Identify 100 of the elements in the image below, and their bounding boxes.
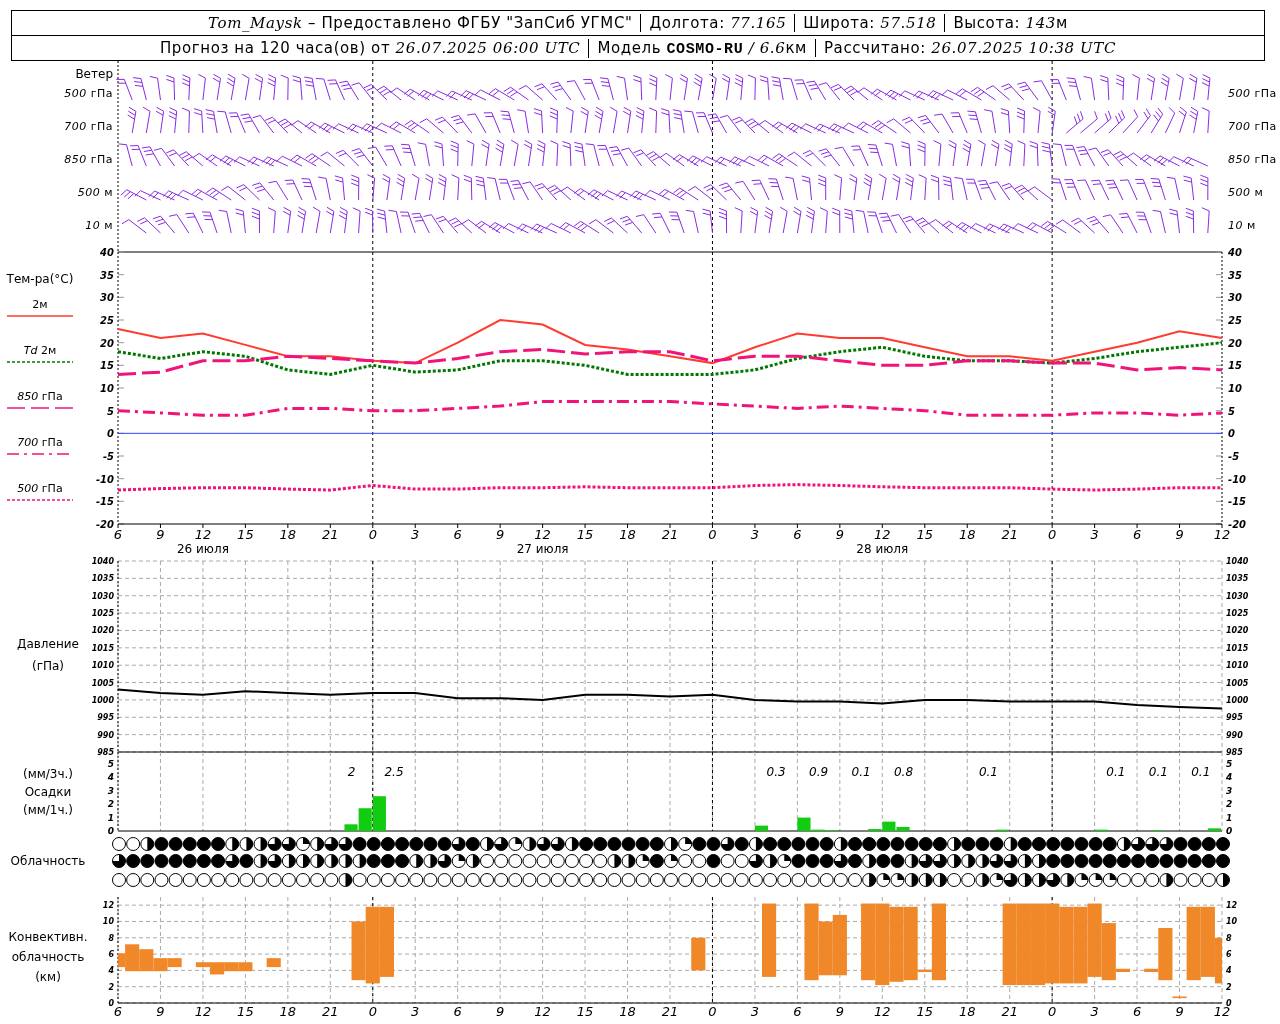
axis-tick-label: 6 <box>1226 950 1232 960</box>
axis-tick-label: 40 <box>1228 247 1242 258</box>
axis-tick-label: 1010 <box>91 661 114 671</box>
axis-tick-label: 15 <box>916 1004 934 1019</box>
axis-tick-label: 990 <box>1226 730 1243 740</box>
axis-tick-label: -15 <box>1228 496 1247 508</box>
panel-title: Конвективн. облачность (км) <box>7 928 89 986</box>
axis-tick-label: 4 <box>107 772 114 783</box>
legend-label: Td 2м <box>23 344 57 357</box>
precipitation-amount-label: 0.9 <box>809 765 829 779</box>
header-text: Прогноз на 120 часа(ов) от 26.07.2025 06:00 UTC <box>159 39 582 57</box>
legend-label: 850 гПа <box>17 390 63 403</box>
axis-tick-label: 1005 <box>91 678 114 688</box>
axis-tick-label: 1020 <box>91 626 114 636</box>
axis-tick-label: 6 <box>793 1004 802 1019</box>
header-text: Долгота: 77.165 <box>640 14 795 32</box>
header-text: Рассчитано: 26.07.2025 10:38 UTC <box>814 39 1124 57</box>
axis-tick-label: 1035 <box>91 574 114 584</box>
axis-tick-label: 1035 <box>1226 574 1249 584</box>
axis-tick-label: 21 <box>1001 1004 1018 1019</box>
axis-tick-label: 6 <box>1132 1004 1142 1019</box>
axis-tick-label: 12 <box>194 527 212 542</box>
axis-tick-label: 6 <box>453 1004 462 1019</box>
axis-tick-label: 1025 <box>91 609 114 619</box>
axis-tick-label: 30 <box>100 292 114 304</box>
axis-tick-label: 6 <box>108 950 114 960</box>
axis-tick-label: 10 <box>1226 917 1238 927</box>
axis-tick-label: 2 <box>107 799 114 810</box>
axis-tick-label: 5 <box>1226 759 1233 770</box>
axis-tick-label: 0 <box>1228 428 1235 440</box>
panel-title: (мм/3ч.) Осадки (мм/1ч.) <box>21 766 75 819</box>
precipitation-amount-label: 0.1 <box>1106 765 1126 779</box>
legend-label: 700 гПа <box>17 436 63 449</box>
axis-tick-label: 15 <box>576 527 594 542</box>
precipitation-amount-label: 0.8 <box>894 765 914 779</box>
axis-tick-label: 4 <box>1226 772 1233 783</box>
axis-tick-label: 10 <box>102 917 114 927</box>
axis-tick-label: 1 <box>107 812 114 823</box>
axis-tick-label: 3 <box>750 1004 760 1019</box>
axis-tick-label: 10 <box>1228 383 1242 394</box>
axis-tick-label: 0 <box>108 999 114 1008</box>
panel-title: Тем-ра(°C) <box>6 272 74 288</box>
axis-tick-label: 1030 <box>1226 591 1249 601</box>
axis-tick-label: 1 <box>1226 812 1233 823</box>
axis-tick-label: 1025 <box>1226 609 1249 619</box>
axis-tick-label: 8 <box>108 933 114 943</box>
axis-tick-label: 30 <box>1228 292 1242 304</box>
axis-tick-label: 3 <box>411 527 420 542</box>
level-label: 700 гПа <box>1228 120 1278 135</box>
axis-tick-label: 3 <box>107 785 114 796</box>
axis-tick-label: 15 <box>576 1004 594 1019</box>
axis-tick-label: 21 <box>322 1004 339 1019</box>
header-text: Широта: 57.518 <box>794 14 945 32</box>
axis-tick-label: 40 <box>100 247 114 258</box>
axis-tick-label: 2 <box>108 982 114 992</box>
level-label: 700 гПа <box>64 120 113 135</box>
axis-tick-label: 3 <box>750 527 760 542</box>
axis-tick-label: 20 <box>100 337 114 349</box>
axis-tick-label: 0 <box>107 826 114 836</box>
axis-tick-label: -10 <box>1228 473 1247 485</box>
axis-tick-label: 35 <box>100 269 114 281</box>
axis-tick-label: -10 <box>95 473 114 485</box>
axis-tick-label: 18 <box>279 527 297 542</box>
axis-tick-label: 9 <box>496 527 505 542</box>
axis-tick-label: 15 <box>916 527 934 542</box>
axis-tick-label: 35 <box>1228 269 1242 281</box>
precipitation-amount-label: 2.5 <box>384 765 404 779</box>
axis-tick-label: 6 <box>113 527 123 542</box>
level-label: 500 гПа <box>1228 87 1278 102</box>
precipitation-amount-label: 0.1 <box>851 765 871 779</box>
axis-tick-label: 1010 <box>1226 661 1249 671</box>
axis-tick-label: -5 <box>1228 451 1240 462</box>
level-label: 500 м <box>77 186 113 201</box>
axis-tick-label: 8 <box>1226 933 1232 943</box>
legend-label: 2м <box>32 298 48 311</box>
axis-tick-label: 0 <box>107 428 114 440</box>
axis-tick-label: 3 <box>1226 785 1233 796</box>
axis-tick-label: 18 <box>958 1004 976 1019</box>
axis-tick-label: 25 <box>100 315 114 326</box>
axis-tick-label: 2 <box>1226 982 1232 992</box>
axis-tick-label: 0 <box>708 527 717 542</box>
axis-tick-label: 10 <box>100 383 114 394</box>
level-label: 850 гПа <box>1228 153 1278 168</box>
precipitation-amount-label: 0.1 <box>978 765 998 779</box>
axis-tick-label: 0 <box>1048 527 1057 542</box>
axis-tick-label: 18 <box>619 527 636 542</box>
header-text: Tom_Maysk – Предоставлено ФГБУ "ЗапСиб УГМС" <box>207 14 634 32</box>
axis-tick-label: 9 <box>1175 1004 1184 1019</box>
axis-tick-label: 5 <box>107 405 114 417</box>
axis-tick-label: 12 <box>534 527 551 542</box>
axis-tick-label: 0 <box>1048 1004 1057 1019</box>
axis-tick-label: 1015 <box>91 643 114 653</box>
axis-tick-label: 18 <box>619 1004 636 1019</box>
axis-tick-label: 995 <box>1226 713 1243 723</box>
precipitation-amount-label: 0.3 <box>766 765 786 779</box>
day-label: 27 июля <box>516 542 569 556</box>
axis-tick-label: 6 <box>793 527 802 542</box>
precipitation-amount-label: 0.1 <box>1191 765 1211 779</box>
axis-tick-label: 3 <box>1090 1004 1099 1019</box>
axis-tick-label: 6 <box>113 1004 123 1019</box>
